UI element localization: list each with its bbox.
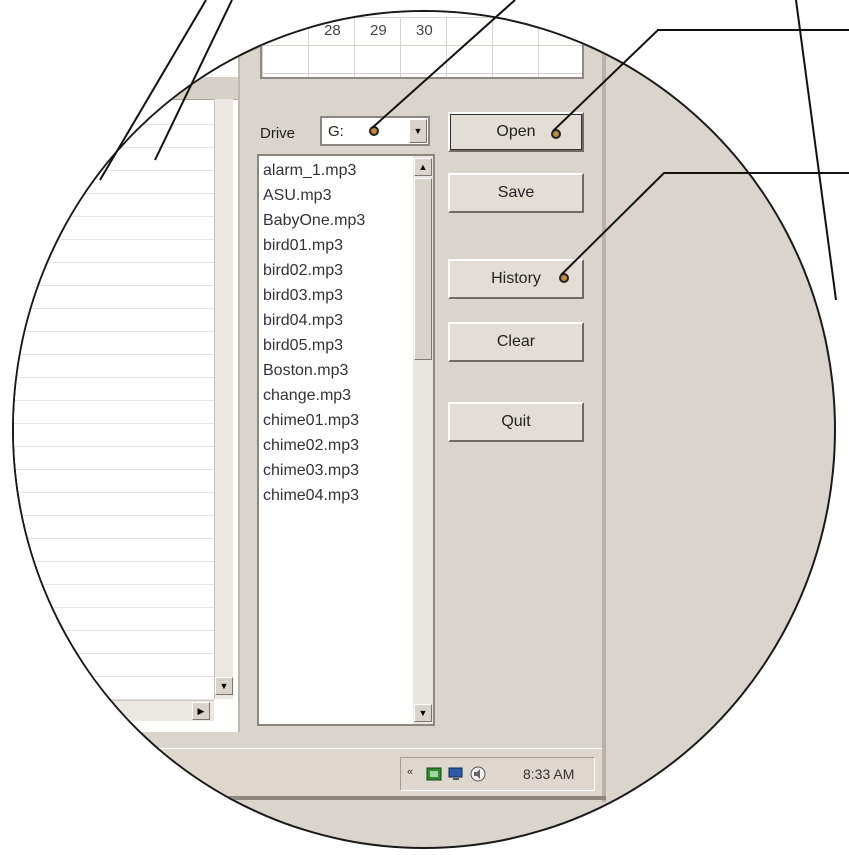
list-rows[interactable] bbox=[14, 102, 214, 702]
list-item[interactable]: bird04.mp3 bbox=[263, 312, 343, 330]
save-button[interactable]: Save bbox=[448, 173, 584, 213]
chevron-down-icon[interactable]: ▼ bbox=[409, 119, 427, 143]
scroll-thumb[interactable] bbox=[414, 178, 432, 360]
list-item[interactable]: Boston.mp3 bbox=[263, 362, 348, 380]
left-horizontal-scrollbar[interactable]: ▶ bbox=[14, 700, 214, 721]
file-list[interactable]: alarm_1.mp3 ASU.mp3 BabyOne.mp3 bird01.m… bbox=[257, 154, 435, 726]
list-item[interactable]: alarm_1.mp3 bbox=[263, 162, 356, 180]
list-item[interactable]: chime01.mp3 bbox=[263, 412, 359, 430]
list-item[interactable]: ASU.mp3 bbox=[263, 187, 331, 205]
clear-button[interactable]: Clear bbox=[448, 322, 584, 362]
calendar: 28 29 30 bbox=[260, 12, 584, 79]
list-item[interactable]: chime02.mp3 bbox=[263, 437, 359, 455]
callout-dot bbox=[551, 129, 561, 139]
magnifier-circle: ▼ ▶ 28 29 30 Drive G: ▼ alarm_1.mp3 ASU.… bbox=[12, 10, 836, 849]
list-item[interactable]: BabyOne.mp3 bbox=[263, 212, 365, 230]
app-window: ▼ ▶ 28 29 30 Drive G: ▼ alarm_1.mp3 ASU.… bbox=[14, 12, 834, 847]
window-frame-bottom bbox=[14, 796, 606, 800]
scroll-right-icon[interactable]: ▶ bbox=[192, 702, 210, 720]
callout-dot bbox=[369, 126, 379, 136]
save-button-label: Save bbox=[497, 184, 535, 201]
list-item[interactable]: chime03.mp3 bbox=[263, 462, 359, 480]
scroll-down-icon[interactable]: ▼ bbox=[215, 677, 233, 695]
calendar-day[interactable]: 28 bbox=[324, 22, 341, 39]
file-list-scrollbar[interactable]: ▲ ▼ bbox=[413, 156, 433, 724]
clock[interactable]: 8:33 AM bbox=[523, 766, 574, 782]
list-item[interactable]: bird02.mp3 bbox=[263, 262, 343, 280]
monitor-icon[interactable] bbox=[447, 765, 465, 783]
scroll-up-icon[interactable]: ▲ bbox=[414, 158, 432, 176]
callout-dot bbox=[559, 273, 569, 283]
left-list-pane: ▼ ▶ bbox=[14, 12, 240, 732]
list-item[interactable]: bird03.mp3 bbox=[263, 287, 343, 305]
quit-button[interactable]: Quit bbox=[448, 402, 584, 442]
taskbar: « 8:33 AM bbox=[14, 748, 602, 797]
list-item[interactable]: change.mp3 bbox=[263, 387, 351, 405]
list-header bbox=[14, 77, 238, 100]
scroll-down-icon[interactable]: ▼ bbox=[414, 704, 432, 722]
open-button[interactable]: Open bbox=[448, 112, 584, 152]
drive-label: Drive bbox=[260, 125, 296, 142]
clear-button-label: Clear bbox=[496, 333, 536, 350]
system-tray: « 8:33 AM bbox=[400, 757, 595, 791]
open-button-label: Open bbox=[496, 123, 536, 140]
list-item[interactable]: bird05.mp3 bbox=[263, 337, 343, 355]
quit-button-label: Quit bbox=[501, 413, 531, 430]
list-item[interactable]: chime04.mp3 bbox=[263, 487, 359, 505]
calendar-day[interactable]: 29 bbox=[370, 22, 387, 39]
tray-collapse-icon[interactable]: « bbox=[407, 766, 413, 778]
calendar-day[interactable]: 30 bbox=[416, 22, 433, 39]
left-vertical-scrollbar[interactable]: ▼ bbox=[214, 99, 233, 699]
history-button-label: History bbox=[491, 270, 541, 287]
window-frame-right bbox=[602, 12, 606, 802]
drive-value: G: bbox=[328, 123, 344, 140]
network-icon[interactable] bbox=[425, 765, 443, 783]
list-item[interactable]: bird01.mp3 bbox=[263, 237, 343, 255]
volume-icon[interactable] bbox=[469, 765, 487, 783]
